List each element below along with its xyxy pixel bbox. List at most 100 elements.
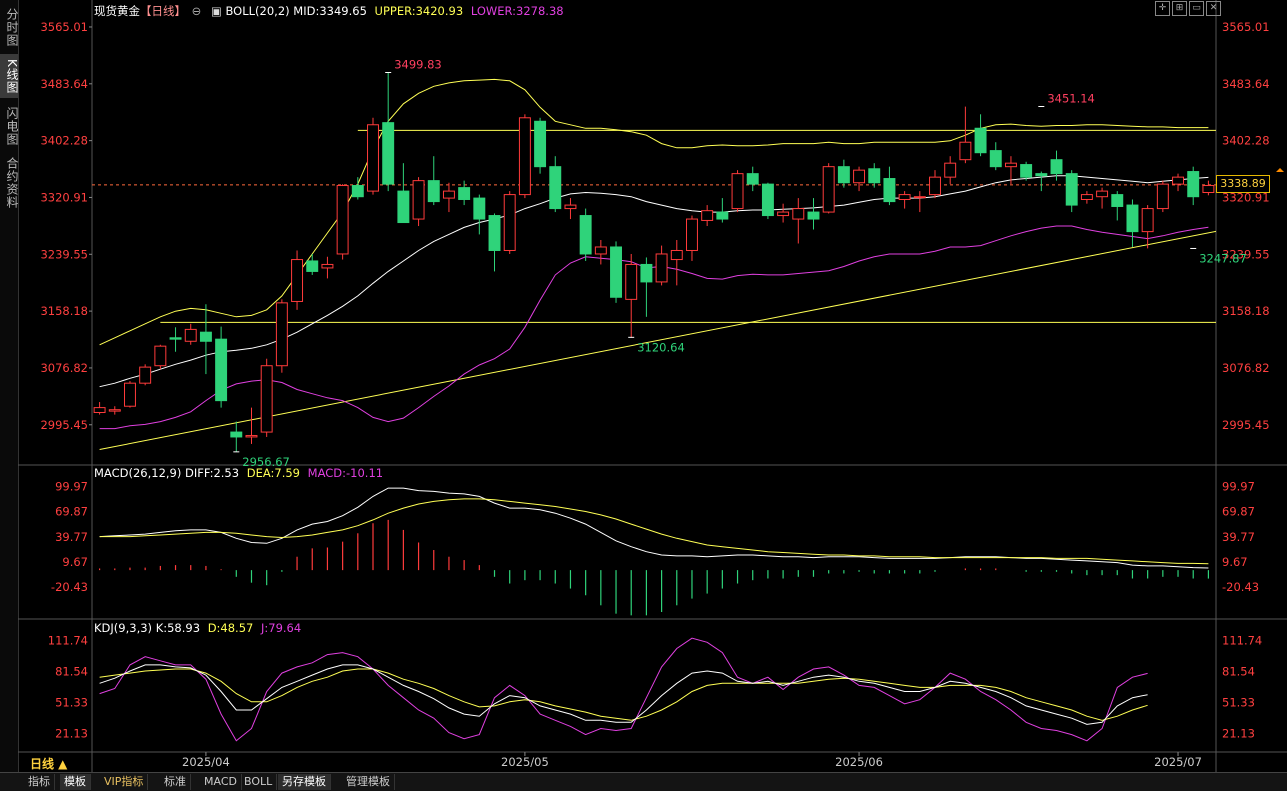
tab-indicators[interactable]: 指标 [24, 774, 55, 790]
candle [154, 344, 167, 370]
candle [731, 170, 744, 213]
candle-body [518, 117, 531, 196]
tab-macd[interactable]: MACD [200, 774, 242, 790]
tab-standard[interactable]: 标准 [160, 774, 191, 790]
candle [1096, 187, 1109, 209]
macd-y-tick-left-4: -20.43 [51, 580, 88, 594]
y-tick-right-7: 2995.45 [1222, 418, 1270, 432]
candle [215, 326, 228, 408]
close-icon[interactable]: ✕ [1206, 1, 1221, 16]
candle-body [929, 176, 941, 196]
candle [579, 208, 592, 261]
candle [1111, 191, 1124, 221]
candle-body [139, 366, 152, 384]
main-header: 现货黄金【日线】 ⊖ ▣ BOLL(20,2) MID:3349.65 UPPE… [94, 3, 564, 19]
kdj-d: D:48.57 [207, 621, 254, 635]
crosshair-icon[interactable]: ✛ [1155, 1, 1170, 16]
candle [837, 159, 850, 188]
macd-diff: DIFF:2.53 [185, 466, 240, 480]
tab-vip-indicators[interactable]: VIP指标 [100, 774, 149, 790]
candle [761, 182, 774, 220]
x-tick-label-2: 2025/06 [835, 755, 883, 769]
chart-canvas[interactable]: 3565.01 3565.01 3483.64 3483.64 3402.28 3402.… [0, 0, 1287, 772]
candle-body [1187, 171, 1200, 198]
candle [184, 323, 197, 345]
candle [1141, 205, 1154, 249]
candle-body [716, 211, 729, 220]
candle-body [230, 431, 243, 438]
candle-body [458, 187, 471, 200]
candle-body [655, 253, 668, 283]
candle-body [93, 407, 106, 414]
kdj-label: KDJ(9,3,3) [94, 621, 153, 635]
candle [473, 194, 486, 235]
candle-body [625, 263, 638, 300]
macd-label: MACD(26,12,9) [94, 466, 182, 480]
extreme-label-4: 3247.87 [1199, 251, 1247, 265]
y-tick-left-1: 3483.64 [40, 77, 88, 91]
macd-y-tick-right-2: 39.77 [1222, 530, 1255, 544]
boll-mid-line [99, 175, 1209, 388]
candle-body [564, 204, 577, 210]
candle-body [1096, 190, 1109, 198]
tab-manage-template[interactable]: 管理模板 [342, 774, 395, 790]
candle-body [610, 246, 622, 298]
tab-template[interactable]: 模板 [60, 774, 91, 790]
tab-save-template[interactable]: 另存模板 [278, 774, 331, 790]
minimize-icon[interactable]: ▭ [1189, 1, 1204, 16]
y-tick-right-2: 3402.28 [1222, 134, 1270, 148]
kdj-y-tick-left-0: 111.74 [48, 634, 88, 648]
y-tick-left-6: 3076.82 [40, 361, 88, 375]
kdj-plot [99, 637, 1148, 742]
candle-body [1080, 194, 1093, 200]
candle [351, 177, 364, 200]
candle [306, 253, 319, 275]
candle [853, 166, 866, 192]
settings-icon[interactable]: ⊖ [192, 4, 202, 18]
candle-body [412, 180, 425, 220]
candle [898, 191, 911, 209]
candle [199, 304, 212, 375]
candle-body [473, 197, 486, 220]
main-plot [92, 72, 1216, 452]
candle [913, 191, 926, 213]
zoom-icon[interactable]: ⊞ [1172, 1, 1187, 16]
candle-body [883, 178, 896, 203]
indicator-icon[interactable]: ▣ [211, 4, 222, 18]
bottom-toolbar: 指标 模板 VIP指标 标准 MACD BOLL 另存模板 管理模板 [0, 772, 1287, 791]
candle [670, 240, 683, 286]
boll-label: BOLL(20,2) [225, 4, 290, 18]
macd-y-tick-right-3: 9.67 [1222, 555, 1248, 569]
kdj-y-tick-left-1: 81.54 [55, 664, 88, 678]
candle-body [701, 210, 714, 221]
kdj-d-line [99, 668, 1148, 721]
candle-body [761, 183, 774, 217]
tab-boll[interactable]: BOLL [240, 774, 278, 790]
candle-body [777, 211, 790, 217]
candle [139, 364, 152, 386]
candle-body [746, 173, 759, 185]
candle-body [169, 337, 182, 340]
candle-body [215, 338, 228, 402]
candle [427, 156, 440, 206]
candle-body [1035, 173, 1048, 177]
candle-body [260, 365, 273, 433]
candle [382, 72, 395, 192]
candle [655, 245, 668, 286]
y-tick-left-4: 3239.55 [40, 247, 88, 261]
candle-body [1202, 185, 1215, 194]
kdj-header: KDJ(9,3,3) K:58.93 D:48.57 J:79.64 [94, 621, 301, 635]
candle-body [351, 185, 364, 198]
period-selector[interactable]: 日线 ▲ [30, 755, 67, 772]
candle [822, 163, 835, 214]
candle [974, 114, 987, 157]
candle-body [731, 173, 744, 210]
candle [442, 182, 455, 213]
candle [336, 184, 349, 260]
candle-body [686, 218, 698, 251]
candle-body [184, 328, 197, 342]
candle-body [1111, 194, 1124, 207]
candle-body [670, 249, 683, 261]
price-arrow-icon [1276, 168, 1284, 172]
candle-body [154, 345, 167, 367]
